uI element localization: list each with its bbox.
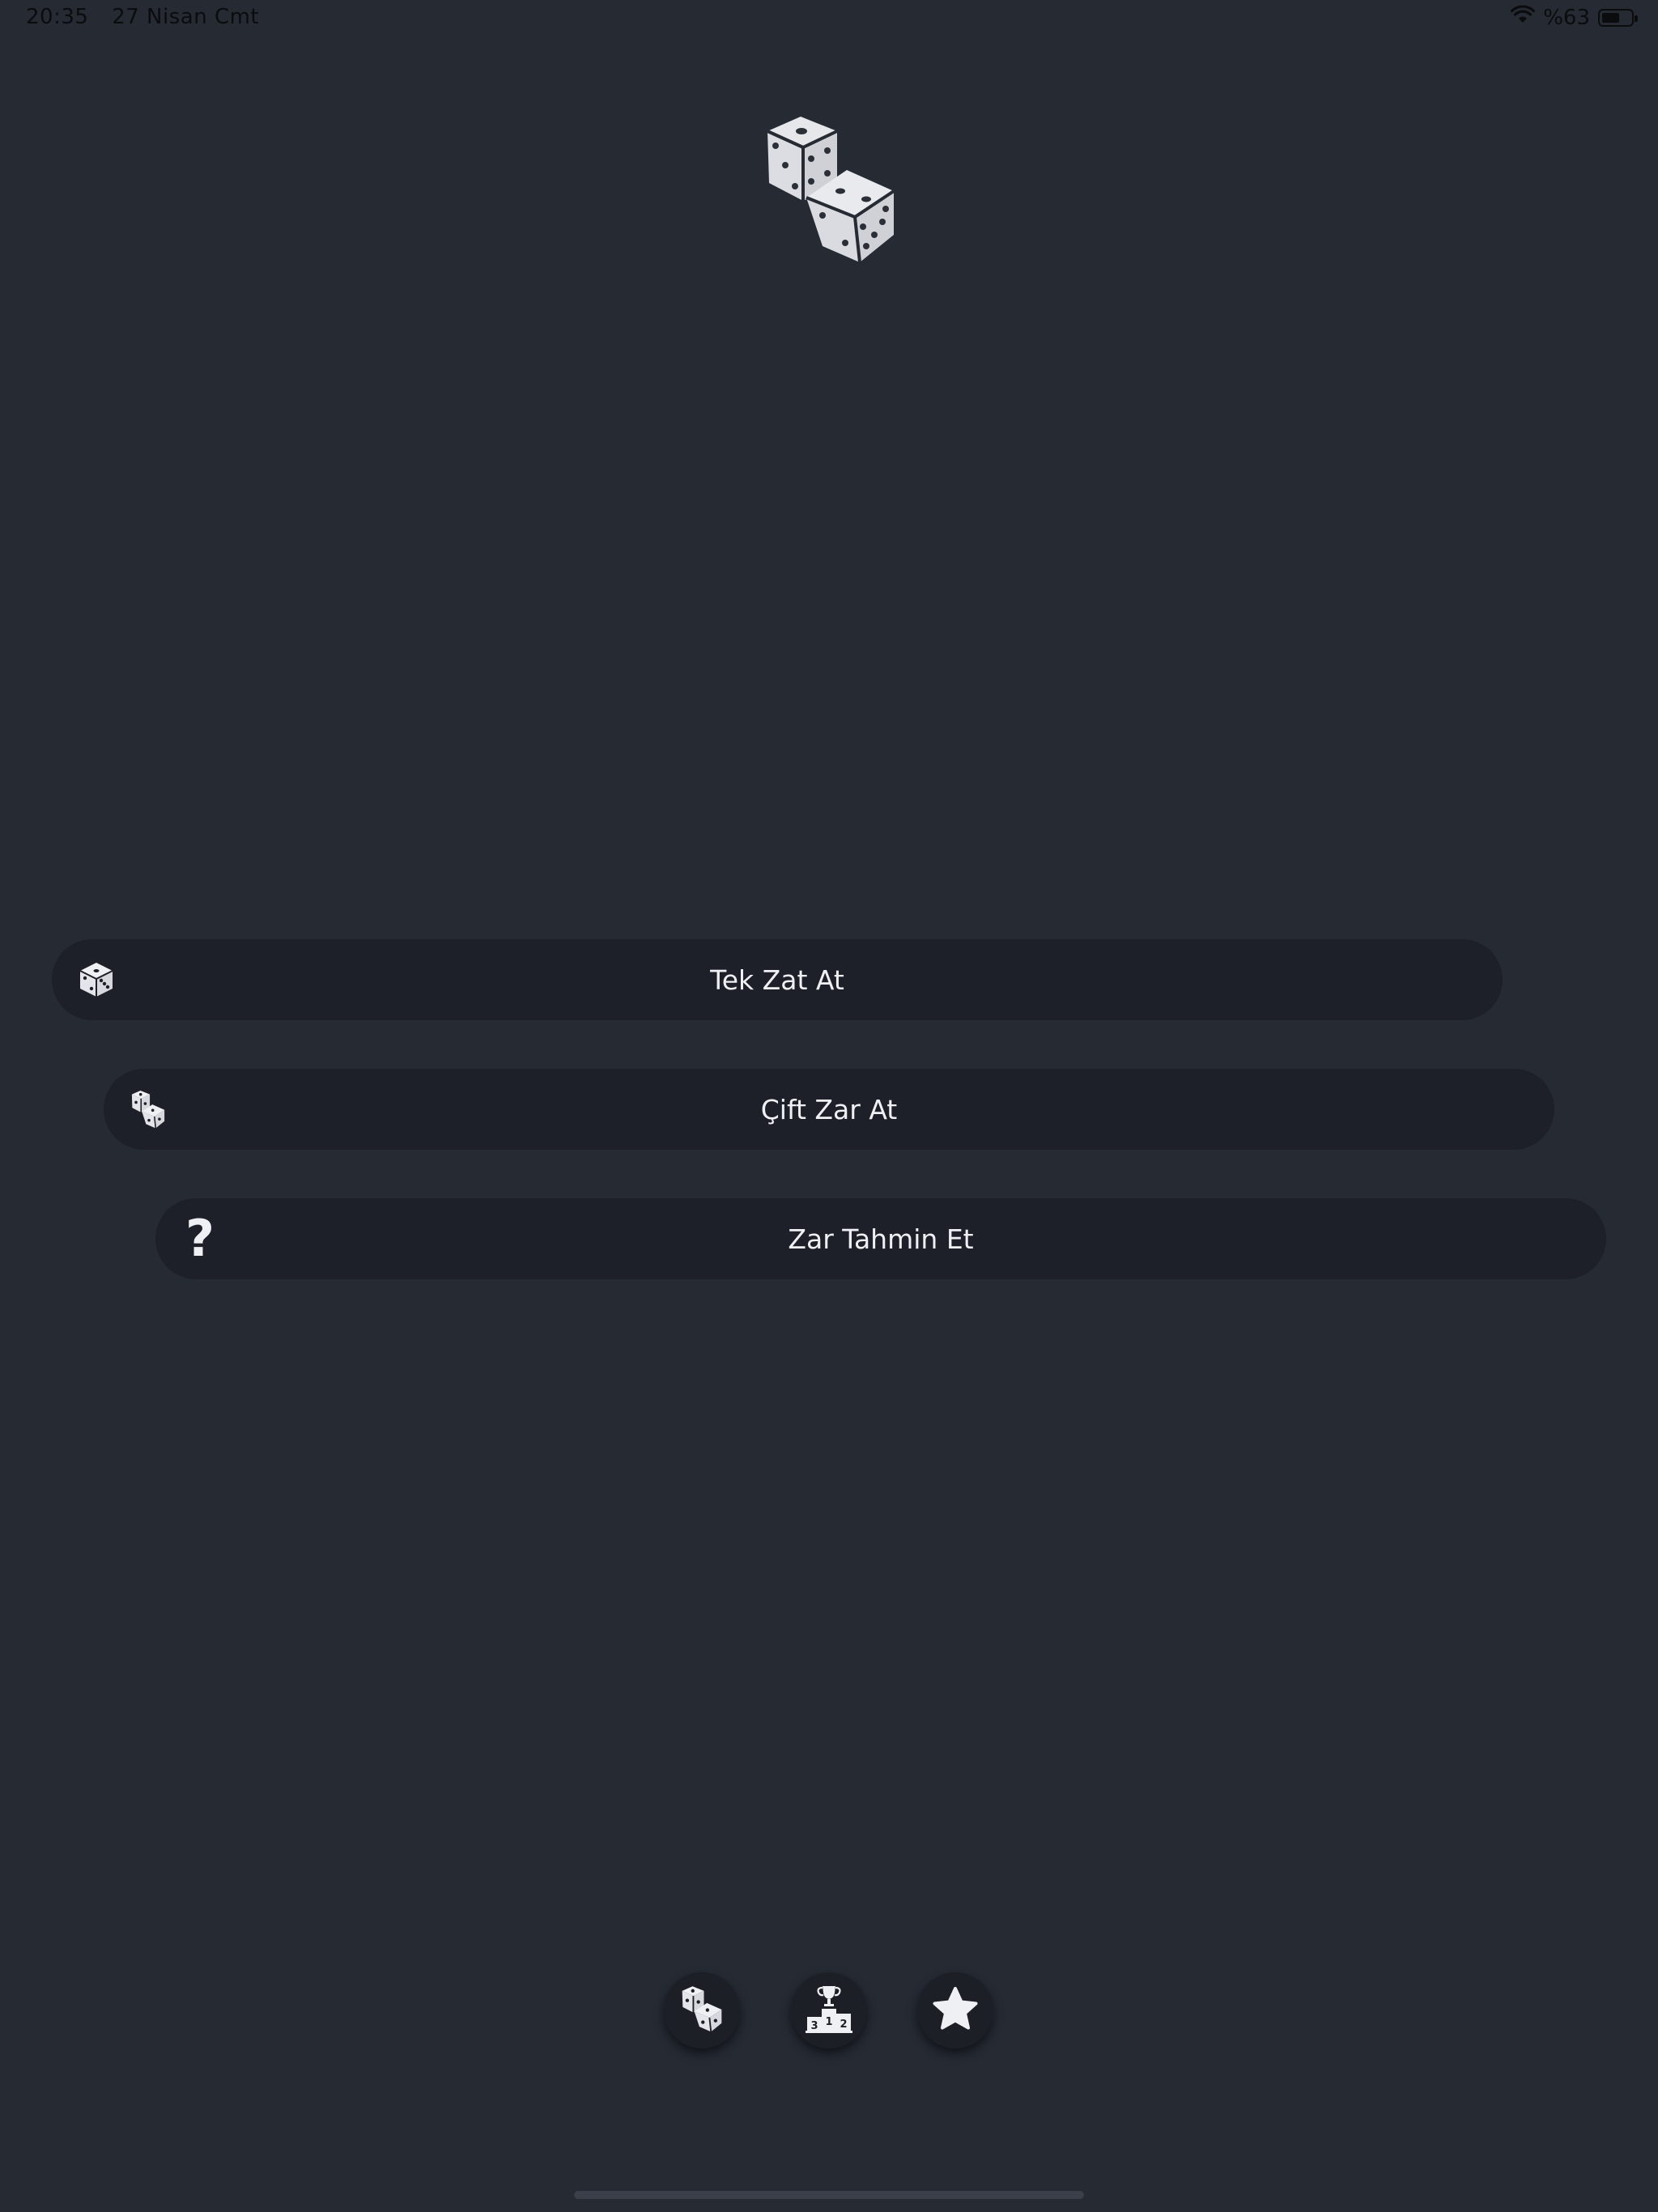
two-dice-label: Çift Zar At xyxy=(760,1093,898,1125)
battery-icon xyxy=(1598,8,1638,27)
dice-nav-button[interactable] xyxy=(664,1972,740,2048)
single-die-label: Tek Zat At xyxy=(710,963,844,996)
podium-number-second: 2 xyxy=(840,2018,847,2031)
dice-pair-icon xyxy=(764,113,897,264)
status-bar: 20:35 27 Nisan Cmt %63 xyxy=(0,0,1658,39)
battery-nub xyxy=(1635,15,1638,22)
star-icon xyxy=(932,1986,979,2035)
status-right: %63 xyxy=(1511,5,1638,30)
status-left: 20:35 27 Nisan Cmt xyxy=(26,5,275,29)
guess-dice-label: Zar Tahmin Et xyxy=(788,1223,974,1255)
podium-number-third: 3 xyxy=(810,2020,818,2032)
home-indicator[interactable] xyxy=(574,2191,1084,2199)
single-die-icon xyxy=(78,961,115,998)
two-dice-icon xyxy=(130,1091,167,1129)
wifi-icon xyxy=(1511,5,1536,30)
app-screen: 20:35 27 Nisan Cmt %63 Tek Zat At Çift Z… xyxy=(0,0,1658,2212)
favorites-nav-button[interactable] xyxy=(917,1972,993,2048)
question-mark-glyph: ? xyxy=(185,1209,215,1268)
podium-number-first: 1 xyxy=(825,2016,832,2028)
two-dice-button[interactable]: Çift Zar At xyxy=(104,1069,1554,1150)
status-date: 27 Nisan Cmt xyxy=(112,5,260,29)
guess-dice-button[interactable]: ? Zar Tahmin Et xyxy=(155,1198,1606,1279)
battery-percent: %63 xyxy=(1543,5,1590,30)
dice-icon xyxy=(681,1985,723,2035)
single-die-button[interactable]: Tek Zat At xyxy=(52,939,1503,1020)
status-time: 20:35 xyxy=(26,5,89,29)
battery-level-fill xyxy=(1602,12,1619,23)
question-mark-icon: ? xyxy=(181,1214,219,1264)
podium-trophy-icon: 3 1 2 xyxy=(806,1984,852,2036)
leaderboard-nav-button[interactable]: 3 1 2 xyxy=(791,1972,867,2048)
